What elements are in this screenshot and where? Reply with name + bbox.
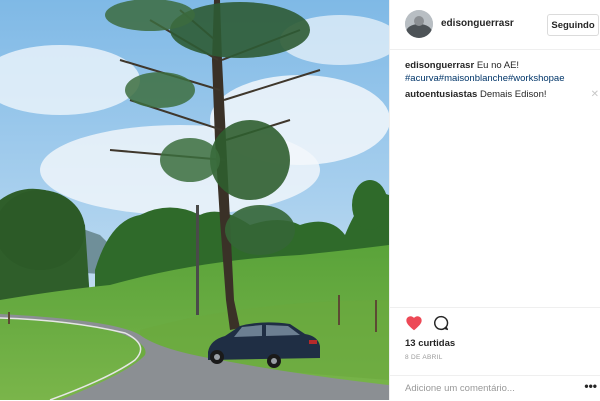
delete-comment-icon[interactable]: ✕: [591, 88, 599, 101]
avatar[interactable]: [405, 10, 433, 38]
caption-text: Eu no AE!: [476, 60, 520, 71]
landscape-image: [0, 0, 389, 400]
comment-item: autoentusiastas Demais Edison! ✕: [405, 88, 599, 101]
likes-count[interactable]: 13 curtidas: [405, 338, 455, 349]
following-button[interactable]: Seguindo: [547, 14, 599, 36]
caption: edisonguerrasr Eu no AE! #acurva#maisonb…: [405, 59, 597, 85]
caption-username[interactable]: edisonguerrasr: [405, 60, 474, 71]
header-username[interactable]: edisonguerrasr: [441, 18, 514, 29]
comment-icon[interactable]: [433, 315, 449, 331]
post-side-panel: edisonguerrasr Seguindo edisonguerrasr E…: [389, 0, 600, 400]
heart-icon[interactable]: [405, 315, 423, 331]
comments-list: edisonguerrasr Eu no AE! #acurva#maisonb…: [405, 59, 599, 104]
post-header: edisonguerrasr Seguindo: [390, 0, 600, 50]
comment-input[interactable]: Adicione um comentário...: [405, 383, 515, 394]
comment-username[interactable]: autoentusiastas: [405, 89, 477, 100]
add-comment-area: Adicione um comentário... •••: [390, 375, 600, 401]
post-actions: 13 curtidas 8 DE ABRIL Adicione um comen…: [390, 307, 600, 401]
post-date: 8 DE ABRIL: [405, 354, 443, 361]
post-photo[interactable]: [0, 0, 389, 400]
comment-text: Demais Edison!: [479, 89, 547, 100]
more-options-icon[interactable]: •••: [584, 379, 597, 393]
caption-hashtags[interactable]: #acurva#maisonblanche#workshopae: [405, 73, 565, 84]
